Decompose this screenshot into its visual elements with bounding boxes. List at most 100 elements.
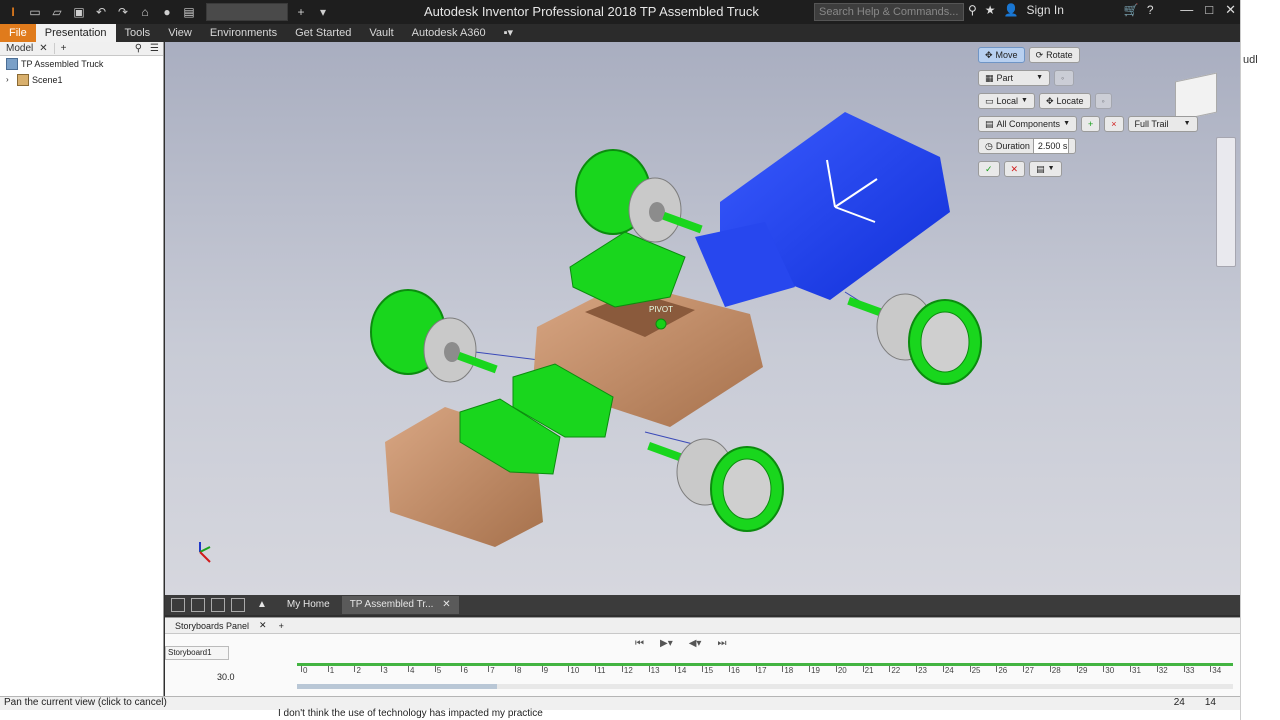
cascade-icon[interactable] [171, 598, 185, 612]
tab-file[interactable]: File [0, 24, 36, 42]
green-bracket[interactable] [569, 231, 686, 308]
part-dropdown[interactable]: ▦ Part ▼ [978, 70, 1050, 86]
save-icon[interactable]: ▣ [70, 3, 88, 21]
timeline-tick: 27 [1023, 666, 1034, 675]
camera-icon[interactable]: ▪▾ [495, 24, 522, 42]
timeline-tick: 8 [514, 666, 522, 675]
tab-presentation[interactable]: Presentation [35, 24, 116, 42]
background-text: I don't think the use of technology has … [278, 708, 543, 719]
locate-button[interactable]: ✥ Locate [1038, 93, 1091, 109]
move-label: Move [995, 50, 1018, 60]
pivot-point[interactable] [655, 318, 667, 330]
assembly-icon [6, 58, 18, 70]
split-icon[interactable] [231, 598, 245, 612]
duration-label: Duration [995, 141, 1030, 151]
play-reverse-icon[interactable]: ◀▾ [689, 638, 702, 649]
wheel-front-right[interactable] [847, 293, 982, 385]
close-icon[interactable]: ✕ [259, 620, 267, 631]
cancel-button[interactable]: ✕ [1003, 161, 1026, 177]
chevron-down-icon: ▼ [1036, 74, 1043, 81]
add-component-button[interactable]: + [1081, 116, 1101, 132]
timeline-tick: 23 [916, 666, 927, 675]
tree-item-assembly[interactable]: TP Assembled Truck [0, 56, 163, 72]
close-button[interactable]: ✕ [1225, 2, 1236, 18]
tab-document[interactable]: TP Assembled Tr... ✕ [341, 596, 459, 614]
cart-icon[interactable]: 🛒 [1124, 3, 1139, 17]
local-dropdown[interactable]: ▭ Local ▼ [978, 93, 1035, 109]
home-icon[interactable]: ⌂ [136, 3, 154, 21]
tab-get-started[interactable]: Get Started [286, 24, 360, 42]
binoculars-icon[interactable]: ⚲ [968, 3, 977, 17]
update-icon[interactable]: ▤ [180, 3, 198, 21]
tab-tools[interactable]: Tools [116, 24, 160, 42]
timeline-tick: 30 [1103, 666, 1115, 675]
locate-label: Locate [1056, 96, 1084, 106]
duration-input[interactable]: 2.500 s [1032, 138, 1069, 154]
redo-icon[interactable]: ↷ [114, 3, 132, 21]
search-input[interactable]: Search Help & Commands... [814, 3, 964, 21]
favorites-star-icon[interactable]: ★ [985, 3, 996, 17]
close-icon[interactable]: ✕ [39, 43, 47, 54]
menu-icon[interactable]: ☰ [146, 43, 163, 54]
all-components-dropdown[interactable]: ▤ All Components ▼ [978, 116, 1077, 132]
plus-icon[interactable]: + [292, 3, 310, 21]
browser-header: Model ✕ + ⚲ ☰ [0, 42, 163, 56]
sign-in-link[interactable]: Sign In [1027, 3, 1064, 17]
select-icon[interactable]: ● [158, 3, 176, 21]
arrange-icon[interactable] [211, 598, 225, 612]
move-icon: ✥ [985, 50, 993, 60]
customize-icon[interactable]: ▾ [314, 3, 332, 21]
storyboard-tab-label: Storyboard1 [168, 648, 212, 657]
storyboard-tab[interactable]: Storyboard1 [165, 646, 229, 660]
rotate-button[interactable]: ⟳ Rotate [1028, 47, 1080, 63]
tab-vault[interactable]: Vault [360, 24, 402, 42]
rotate-label: Rotate [1046, 50, 1073, 60]
wheel-rear-right[interactable] [647, 438, 784, 532]
new-file-icon[interactable]: ▭ [26, 3, 44, 21]
remove-component-button[interactable]: × [1104, 116, 1124, 132]
timeline-scrollbar[interactable] [297, 684, 1233, 689]
scrollbar-thumb[interactable] [297, 684, 497, 689]
chevron-down-icon: ▼ [1063, 120, 1070, 127]
appearance-combo[interactable] [206, 3, 288, 21]
move-button[interactable]: ✥ Move [978, 47, 1025, 63]
minimize-button[interactable]: — [1180, 2, 1193, 18]
timeline-tick: 20 [835, 666, 847, 675]
timeline-tick: 17 [755, 666, 767, 675]
wheel-rear-left[interactable] [370, 289, 498, 383]
user-icon[interactable]: 👤 [1004, 3, 1019, 17]
undo-icon[interactable]: ↶ [92, 3, 110, 21]
ok-button[interactable]: ✓ [978, 161, 1000, 177]
open-file-icon[interactable]: ▱ [48, 3, 66, 21]
tab-view[interactable]: View [159, 24, 201, 42]
tab-model[interactable]: Model ✕ [0, 43, 55, 54]
timeline-ruler[interactable]: 0 1 2 3 4 5 6 7 8 9 10 11 12 13 14 15 16 17 18 19 20 21 22 23 24… [297, 663, 1233, 675]
components-icon: ▤ [985, 119, 994, 129]
help-icon[interactable]: ? [1147, 3, 1154, 17]
add-storyboard-icon[interactable]: + [267, 621, 296, 631]
search-icon[interactable]: ⚲ [131, 43, 146, 54]
wheel-front-left[interactable] [575, 149, 703, 243]
navigation-bar[interactable] [1216, 137, 1236, 267]
duration-box: ◷ Duration 2.500 s [978, 138, 1076, 154]
menu-up-icon[interactable]: ▲ [249, 596, 275, 614]
tab-a360[interactable]: Autodesk A360 [403, 24, 495, 42]
timeline-tick: 15 [702, 666, 714, 675]
tab-my-home[interactable]: My Home [279, 596, 338, 614]
tab-environments[interactable]: Environments [201, 24, 286, 42]
expand-icon[interactable]: › [6, 72, 14, 88]
add-tab-icon[interactable]: + [55, 43, 73, 54]
play-icon[interactable]: ▶▾ [660, 638, 673, 649]
status-num-1: 24 [1173, 697, 1185, 708]
part-icon: ▦ [985, 73, 994, 83]
app-logo-icon[interactable]: I [4, 3, 22, 21]
timeline-tick: 10 [568, 666, 580, 675]
close-icon[interactable]: ✕ [442, 599, 450, 610]
go-to-start-icon[interactable]: ⏮ [635, 638, 644, 649]
tree-item-scene[interactable]: › Scene1 [0, 72, 163, 88]
full-trail-dropdown[interactable]: Full Trail ▼ [1127, 116, 1198, 132]
maximize-button[interactable]: □ [1205, 2, 1213, 18]
go-to-end-icon[interactable]: ⏭ [717, 638, 726, 649]
options-dropdown[interactable]: ▤ ▼ [1029, 161, 1062, 177]
tile-icon[interactable] [191, 598, 205, 612]
